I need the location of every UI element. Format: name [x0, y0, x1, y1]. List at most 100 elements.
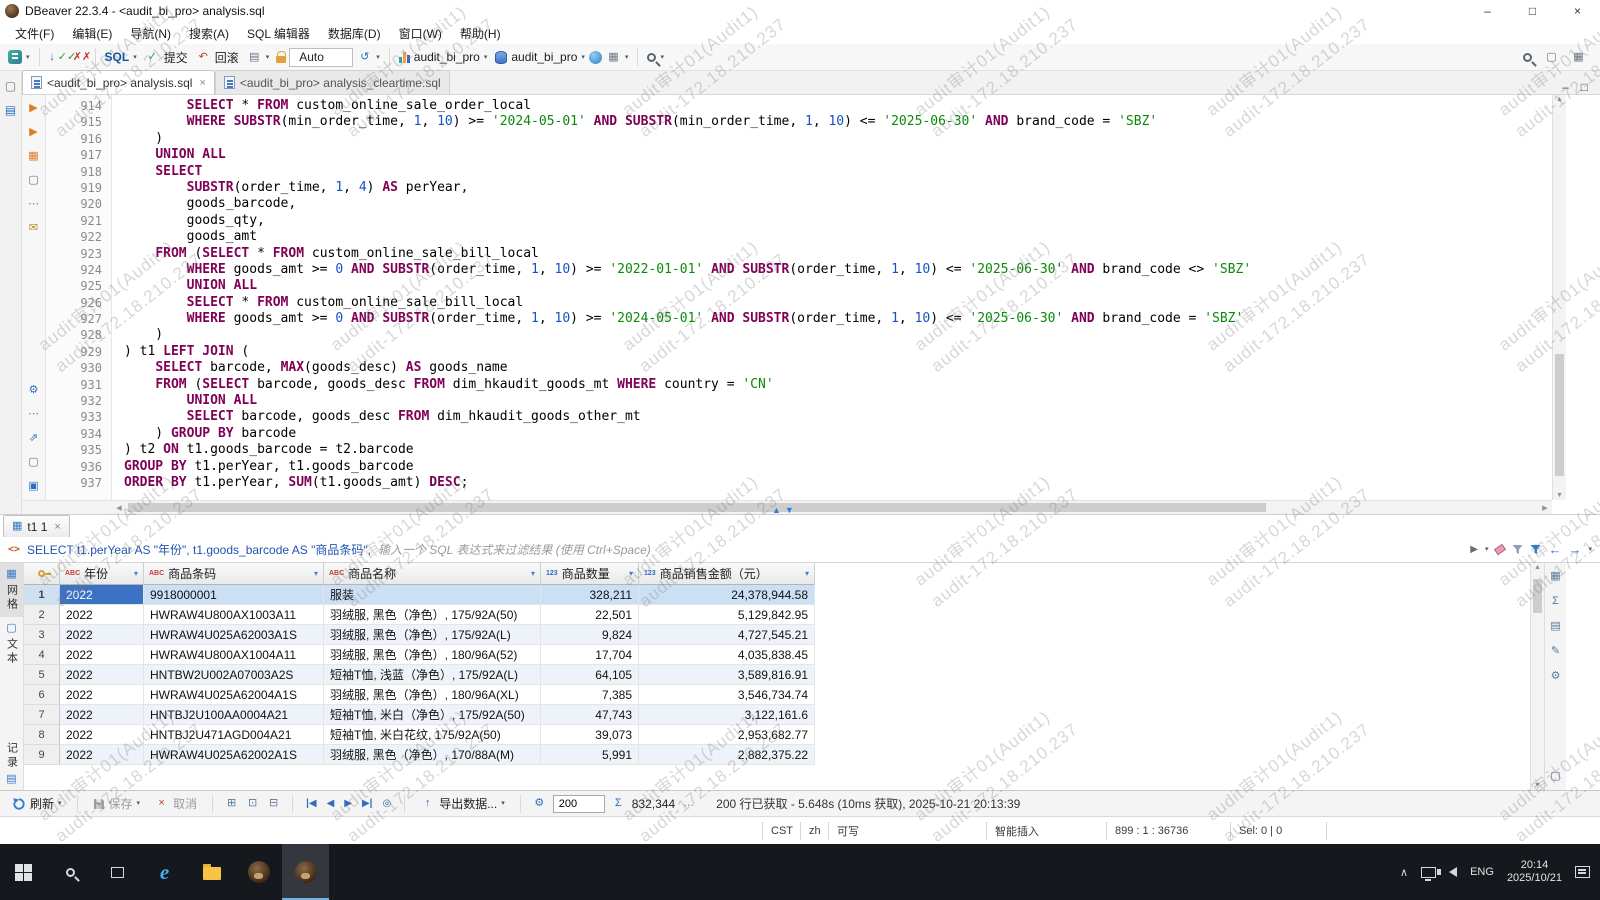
- menu-item-7[interactable]: 帮助(H): [451, 22, 510, 45]
- editor-settings-icon[interactable]: ⚙: [26, 383, 41, 398]
- grid-cell[interactable]: 2022: [60, 605, 144, 625]
- caret-down-icon[interactable]: ▾: [376, 54, 380, 61]
- grid-row[interactable]: 2 2022 HWRAW4U800AX1003A11 羽绒服, 黑色（净色）, 175…: [24, 605, 1530, 625]
- explain-plan-icon[interactable]: ▢: [26, 173, 41, 188]
- grid-row[interactable]: 9 2022 HWRAW4U025A62002A1S 羽绒服, 黑色（净色）, 170…: [24, 745, 1530, 765]
- caret-down-icon[interactable]: ▾: [1588, 546, 1592, 553]
- notification-center-icon[interactable]: [1575, 866, 1590, 878]
- grid-row[interactable]: 4 2022 HWRAW4U800AX1004A11 羽绒服, 黑色（净色）, 180…: [24, 645, 1530, 665]
- code-line[interactable]: UNION ALL: [124, 393, 1552, 409]
- first-row-button[interactable]: |◀: [304, 798, 319, 809]
- tray-clock[interactable]: 20:14 2025/10/21: [1507, 859, 1562, 885]
- add-row-icon[interactable]: ⊞: [224, 796, 239, 811]
- editor-vertical-scrollbar[interactable]: ▲ ▼: [1552, 95, 1566, 500]
- scrollbar-thumb[interactable]: [1533, 579, 1542, 613]
- code-line[interactable]: SELECT barcode, goods_desc FROM dim_hkau…: [124, 409, 1552, 425]
- editor-tab-analysis-cleartime[interactable]: <audit_bi_pro> analysis_cleartime.sql: [214, 70, 450, 94]
- open-file-icon[interactable]: ⇗: [26, 431, 41, 446]
- scrollbar-thumb[interactable]: [1555, 354, 1564, 476]
- restore-view-icon[interactable]: ▢: [3, 78, 18, 93]
- database-navigator-icon[interactable]: ▤: [3, 102, 18, 117]
- new-sql-editor-button[interactable]: SQL ▾: [101, 48, 141, 66]
- grid-cell[interactable]: HWRAW4U025A62002A1S: [144, 745, 324, 765]
- caret-down-icon[interactable]: ▾: [137, 800, 141, 807]
- menu-item-6[interactable]: 窗口(W): [390, 22, 451, 45]
- grid-column-header[interactable]: ABC 商品条码 ▾: [144, 563, 324, 585]
- grid-cell[interactable]: HWRAW4U025A62003A1S: [144, 625, 324, 645]
- caret-down-icon[interactable]: ▾: [26, 54, 30, 61]
- schema-combo[interactable]: audit_bi_pro ▾: [491, 48, 589, 66]
- filter-query-text[interactable]: SELECT t1.perYear AS "年份", t1.goods_barc…: [27, 541, 371, 558]
- sql-editor[interactable]: ▶ ▶ ▦ ▢ ⋯ ✉ ⚙ ⋯ ⇗ ▢ ▣ 914 915 916 917 918 919…: [22, 95, 1566, 514]
- result-settings-icon[interactable]: ⚙: [532, 796, 547, 811]
- grid-row[interactable]: 6 2022 HWRAW4U025A62004A1S 羽绒服, 黑色（净色）, 180…: [24, 685, 1530, 705]
- minimize-button[interactable]: –: [1465, 0, 1510, 22]
- panel-edit-icon[interactable]: ✎: [1548, 644, 1563, 659]
- more-tools-icon[interactable]: ⋯: [26, 407, 41, 422]
- grid-cell[interactable]: 2022: [60, 665, 144, 685]
- caret-down-icon[interactable]: ▾: [133, 54, 137, 61]
- row-number[interactable]: 9: [24, 745, 60, 765]
- grid-row[interactable]: 3 2022 HWRAW4U025A62003A1S 羽绒服, 黑色（净色）, 175…: [24, 625, 1530, 645]
- menu-item-0[interactable]: 文件(F): [6, 22, 63, 45]
- grid-row[interactable]: 1 2022 9918000001 服装 328,211 24,378,944.58: [24, 585, 1530, 605]
- grid-cell[interactable]: 5,991: [541, 745, 639, 765]
- dbeaver-pinned-button[interactable]: [235, 844, 282, 900]
- filter-input[interactable]: 输入一个 SQL 表达式来过滤结果 (使用 Ctrl+Space): [378, 541, 1463, 558]
- fetch-size-input[interactable]: [552, 794, 605, 813]
- tray-volume-icon[interactable]: [1437, 867, 1458, 877]
- panel-settings-icon[interactable]: ⚙: [1548, 669, 1563, 684]
- grid-cell[interactable]: 短袖T恤, 米白花纹, 175/92A(50): [324, 725, 541, 745]
- query-history-button[interactable]: ↺ ▾: [353, 48, 384, 67]
- caret-down-icon[interactable]: ▾: [660, 54, 664, 61]
- results-view-tab-text[interactable]: ▢ 文本: [0, 617, 23, 671]
- execute-script-icon[interactable]: ▶: [26, 125, 41, 140]
- code-line[interactable]: FROM (SELECT * FROM custom_online_sale_b…: [124, 246, 1552, 262]
- search-button[interactable]: ▾: [643, 51, 668, 64]
- clear-filter-icon[interactable]: [1494, 543, 1507, 556]
- sash-collapse-buttons[interactable]: ▲▼: [772, 505, 798, 515]
- row-count-icon[interactable]: Σ: [611, 796, 626, 811]
- delete-row-icon[interactable]: ⊟: [266, 796, 281, 811]
- grid-cell[interactable]: HWRAW4U025A62004A1S: [144, 685, 324, 705]
- grid-cell[interactable]: 羽绒服, 黑色（净色）, 170/88A(M): [324, 745, 541, 765]
- code-line[interactable]: ) t2 ON t1.goods_barcode = t2.barcode: [124, 442, 1552, 458]
- grid-cell[interactable]: 22,501: [541, 605, 639, 625]
- code-line[interactable]: WHERE goods_amt >= 0 AND SUBSTR(order_ti…: [124, 311, 1552, 327]
- code-area[interactable]: SELECT * FROM custom_online_sale_order_l…: [112, 95, 1552, 500]
- quick-access-search-icon[interactable]: [1523, 52, 1532, 62]
- grid-corner[interactable]: [24, 563, 60, 585]
- export-data-button[interactable]: ↑ 导出数据... ▾: [416, 793, 509, 814]
- column-menu-icon[interactable]: ▾: [314, 569, 318, 578]
- panel-calc-icon[interactable]: Σ: [1548, 594, 1563, 609]
- code-line[interactable]: goods_amt: [124, 229, 1552, 245]
- results-view-tab-grid[interactable]: ▦ 网格: [0, 563, 23, 617]
- commit-button[interactable]: ✓ 提交: [141, 47, 192, 68]
- grid-cell[interactable]: 7,385: [541, 685, 639, 705]
- grid-cell[interactable]: HNTBJ2U471AGD004A21: [144, 725, 324, 745]
- grid-cell[interactable]: 64,105: [541, 665, 639, 685]
- grid-cell[interactable]: 328,211: [541, 585, 639, 605]
- column-menu-icon[interactable]: ▾: [531, 569, 535, 578]
- grid-cell[interactable]: 17,704: [541, 645, 639, 665]
- row-number[interactable]: 8: [24, 725, 60, 745]
- isolation-combo[interactable]: Auto: [289, 47, 354, 67]
- code-line[interactable]: ORDER BY t1.perYear, SUM(t1.goods_amt) D…: [124, 475, 1552, 491]
- code-line[interactable]: SELECT * FROM custom_online_sale_bill_lo…: [124, 295, 1552, 311]
- panel-metadata-icon[interactable]: ▤: [1548, 619, 1563, 634]
- previous-row-button[interactable]: ◀: [325, 798, 337, 809]
- grid-column-header[interactable]: 123 商品数量 ▾: [541, 563, 639, 585]
- goto-row-button[interactable]: ◎: [380, 798, 393, 809]
- duplicate-row-icon[interactable]: ⊡: [245, 796, 260, 811]
- code-line[interactable]: UNION ALL: [124, 278, 1552, 294]
- grid-cell[interactable]: 24,378,944.58: [639, 585, 815, 605]
- caret-down-icon[interactable]: ▾: [1485, 546, 1489, 553]
- minimize-view-icon[interactable]: –: [1562, 80, 1569, 94]
- grid-cell[interactable]: HWRAW4U800AX1003A11: [144, 605, 324, 625]
- database-combo[interactable]: audit_bi_pro ▾: [395, 48, 492, 66]
- ie-button[interactable]: e: [141, 844, 188, 900]
- grid-cell[interactable]: 4,035,838.45: [639, 645, 815, 665]
- grid-cell[interactable]: 39,073: [541, 725, 639, 745]
- grid-cell[interactable]: 5,129,842.95: [639, 605, 815, 625]
- grid-cell[interactable]: 2,882,375.22: [639, 745, 815, 765]
